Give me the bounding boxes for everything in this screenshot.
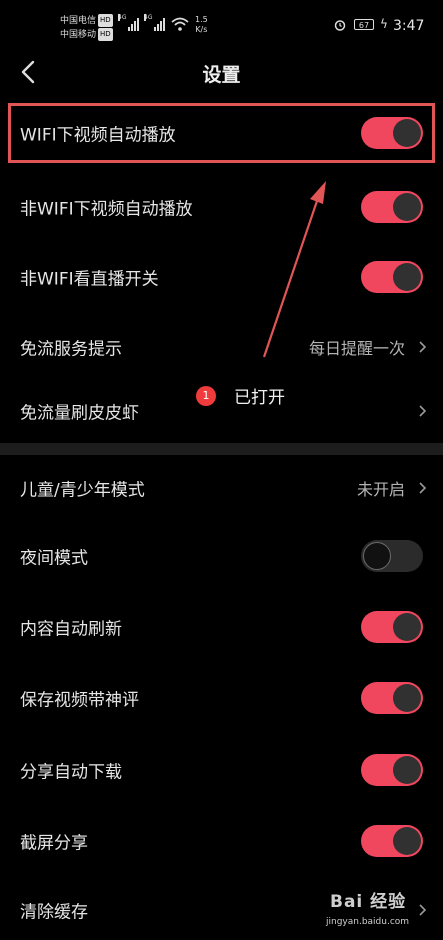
setting-label: 儿童/青少年模式 [20, 480, 145, 501]
non-wifi-live-toggle[interactable] [361, 261, 423, 293]
setting-label: 非WIFI下视频自动播放 [20, 199, 193, 220]
screenshot-share-toggle[interactable] [361, 825, 423, 857]
annotation-step: 1 已打开 [196, 383, 285, 408]
save-with-comments-toggle[interactable] [361, 682, 423, 714]
carrier-2: 中国移动 [60, 30, 97, 40]
baidu-watermark: Bai 经验 jingyan.baidu.com [326, 877, 440, 935]
setting-non-wifi-autoplay: 非WIFI下视频自动播放 [0, 177, 443, 237]
toggle-knob [393, 827, 421, 855]
setting-label: 免流服务提示 [20, 339, 122, 360]
highlight-box [8, 103, 435, 163]
network-type-2: 4G [144, 14, 153, 21]
carrier-info: 中国电信 HD 中国移动 HD [60, 14, 113, 42]
setting-auto-refresh: 内容自动刷新 [0, 597, 443, 657]
network-type-1: 4G [118, 14, 127, 21]
auto-refresh-toggle[interactable] [361, 611, 423, 643]
section-divider [0, 443, 443, 455]
step-text: 已打开 [234, 388, 285, 408]
setting-save-with-comments: 保存视频带神评 [0, 668, 443, 728]
step-number-badge: 1 [196, 385, 216, 406]
carrier-1: 中国电信 [60, 16, 97, 26]
setting-teen-mode[interactable]: 儿童/青少年模式 未开启 [0, 458, 443, 518]
setting-label: 截屏分享 [20, 833, 88, 854]
hd-badge: HD [98, 28, 113, 41]
setting-label: 免流量刷皮皮虾 [20, 403, 139, 424]
setting-label: 夜间模式 [20, 548, 88, 569]
status-bar: 中国电信 HD 中国移动 HD 4G 4G 1.5 K/s 67 ϟ 3:47 [0, 0, 443, 48]
setting-screenshot-share: 截屏分享 [0, 811, 443, 871]
watermark-logo: Bai 经验 [330, 892, 407, 912]
signal-2-icon: 4G [144, 14, 165, 31]
setting-label: 清除缓存 [20, 902, 88, 923]
toggle-knob [363, 542, 391, 570]
chevron-right-icon [419, 482, 427, 494]
setting-auto-download-share: 分享自动下载 [0, 740, 443, 800]
toggle-knob [393, 263, 421, 291]
speed-unit: K/s [195, 25, 208, 34]
watermark-url: jingyan.baidu.com [326, 917, 410, 927]
toggle-knob [393, 193, 421, 221]
setting-label: 内容自动刷新 [20, 619, 122, 640]
toggle-knob [393, 756, 421, 784]
auto-download-share-toggle[interactable] [361, 754, 423, 786]
signal-1-icon: 4G [118, 14, 139, 31]
setting-label: 非WIFI看直播开关 [20, 269, 159, 290]
header: 设置 [0, 48, 443, 98]
setting-label: 保存视频带神评 [20, 690, 139, 711]
alarm-icon [334, 20, 346, 31]
clock: 3:47 [393, 18, 425, 34]
toggle-knob [393, 684, 421, 712]
battery-icon: 67 [354, 19, 374, 30]
setting-label: 分享自动下载 [20, 762, 122, 783]
battery-level: 67 [358, 21, 370, 30]
non-wifi-autoplay-toggle[interactable] [361, 191, 423, 223]
chevron-right-icon [419, 405, 427, 417]
setting-value: 未开启 [356, 480, 405, 499]
wifi-icon [171, 17, 189, 31]
toggle-knob [393, 613, 421, 641]
page-title: 设置 [202, 64, 241, 86]
setting-value: 每日提醒一次 [308, 339, 405, 358]
setting-data-free-tip[interactable]: 免流服务提示 每日提醒一次 [0, 317, 443, 377]
speed-value: 1.5 [195, 15, 208, 24]
charging-icon: ϟ [380, 17, 388, 31]
network-speed: 1.5 K/s [195, 15, 208, 35]
chevron-right-icon [419, 341, 427, 353]
hd-badge: HD [98, 14, 113, 27]
setting-night-mode: 夜间模式 [0, 526, 443, 586]
night-mode-toggle[interactable] [361, 540, 423, 572]
setting-non-wifi-live: 非WIFI看直播开关 [0, 247, 443, 307]
